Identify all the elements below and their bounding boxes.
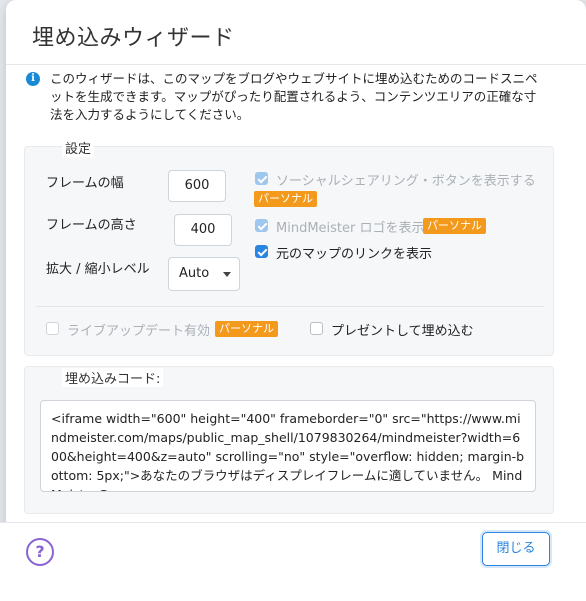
frame-width-input[interactable]: 600 [168, 170, 226, 202]
zoom-level-value: Auto [179, 266, 210, 281]
presentation-embed-checkbox[interactable] [310, 322, 323, 335]
social-share-checkbox[interactable] [255, 172, 268, 185]
live-update-checkbox[interactable] [46, 322, 59, 335]
personal-badge: パーソナル [423, 218, 486, 234]
live-update-label: ライブアップデート有効 [67, 324, 211, 339]
frame-width-label: フレームの幅 [46, 176, 124, 191]
chevron-down-icon [223, 272, 231, 277]
zoom-level-select[interactable]: Auto [168, 257, 240, 291]
social-share-label: ソーシャルシェアリング・ボタンを表示する [276, 174, 536, 189]
personal-badge: パーソナル [215, 321, 278, 337]
settings-divider [36, 306, 544, 307]
info-text: このウィザードは、このマップをブログやウェブサイトに埋め込むためのコードスニペッ… [50, 71, 538, 122]
presentation-embed-label: プレゼントして埋め込む [331, 324, 474, 339]
mindmeister-logo-label: MindMeister ロゴを表示 [276, 221, 425, 236]
original-link-checkbox[interactable] [255, 245, 268, 258]
zoom-level-label: 拡大 / 縮小レベル [46, 262, 150, 277]
settings-label: 設定 [62, 138, 95, 157]
frame-height-label: フレームの高さ [46, 218, 137, 233]
embed-code-label: 埋め込みコード: [62, 368, 164, 387]
close-button[interactable]: 閉じる [482, 532, 550, 566]
personal-badge: パーソナル [254, 191, 317, 207]
mindmeister-logo-checkbox[interactable] [255, 219, 268, 232]
question-circle-icon[interactable]: ? [26, 538, 54, 566]
info-icon: i [26, 72, 40, 86]
embed-code-textarea[interactable]: <iframe width="600" height="400" framebo… [40, 400, 536, 492]
info-message: i このウィザードは、このマップをブログやウェブサイトに埋め込むためのコードスニ… [26, 70, 546, 124]
original-link-label: 元のマップのリンクを表示 [276, 247, 433, 262]
dialog-title: 埋め込みウィザード [32, 26, 235, 51]
frame-height-input[interactable]: 400 [174, 214, 232, 246]
dialog-header: 埋め込みウィザード [6, 0, 586, 65]
